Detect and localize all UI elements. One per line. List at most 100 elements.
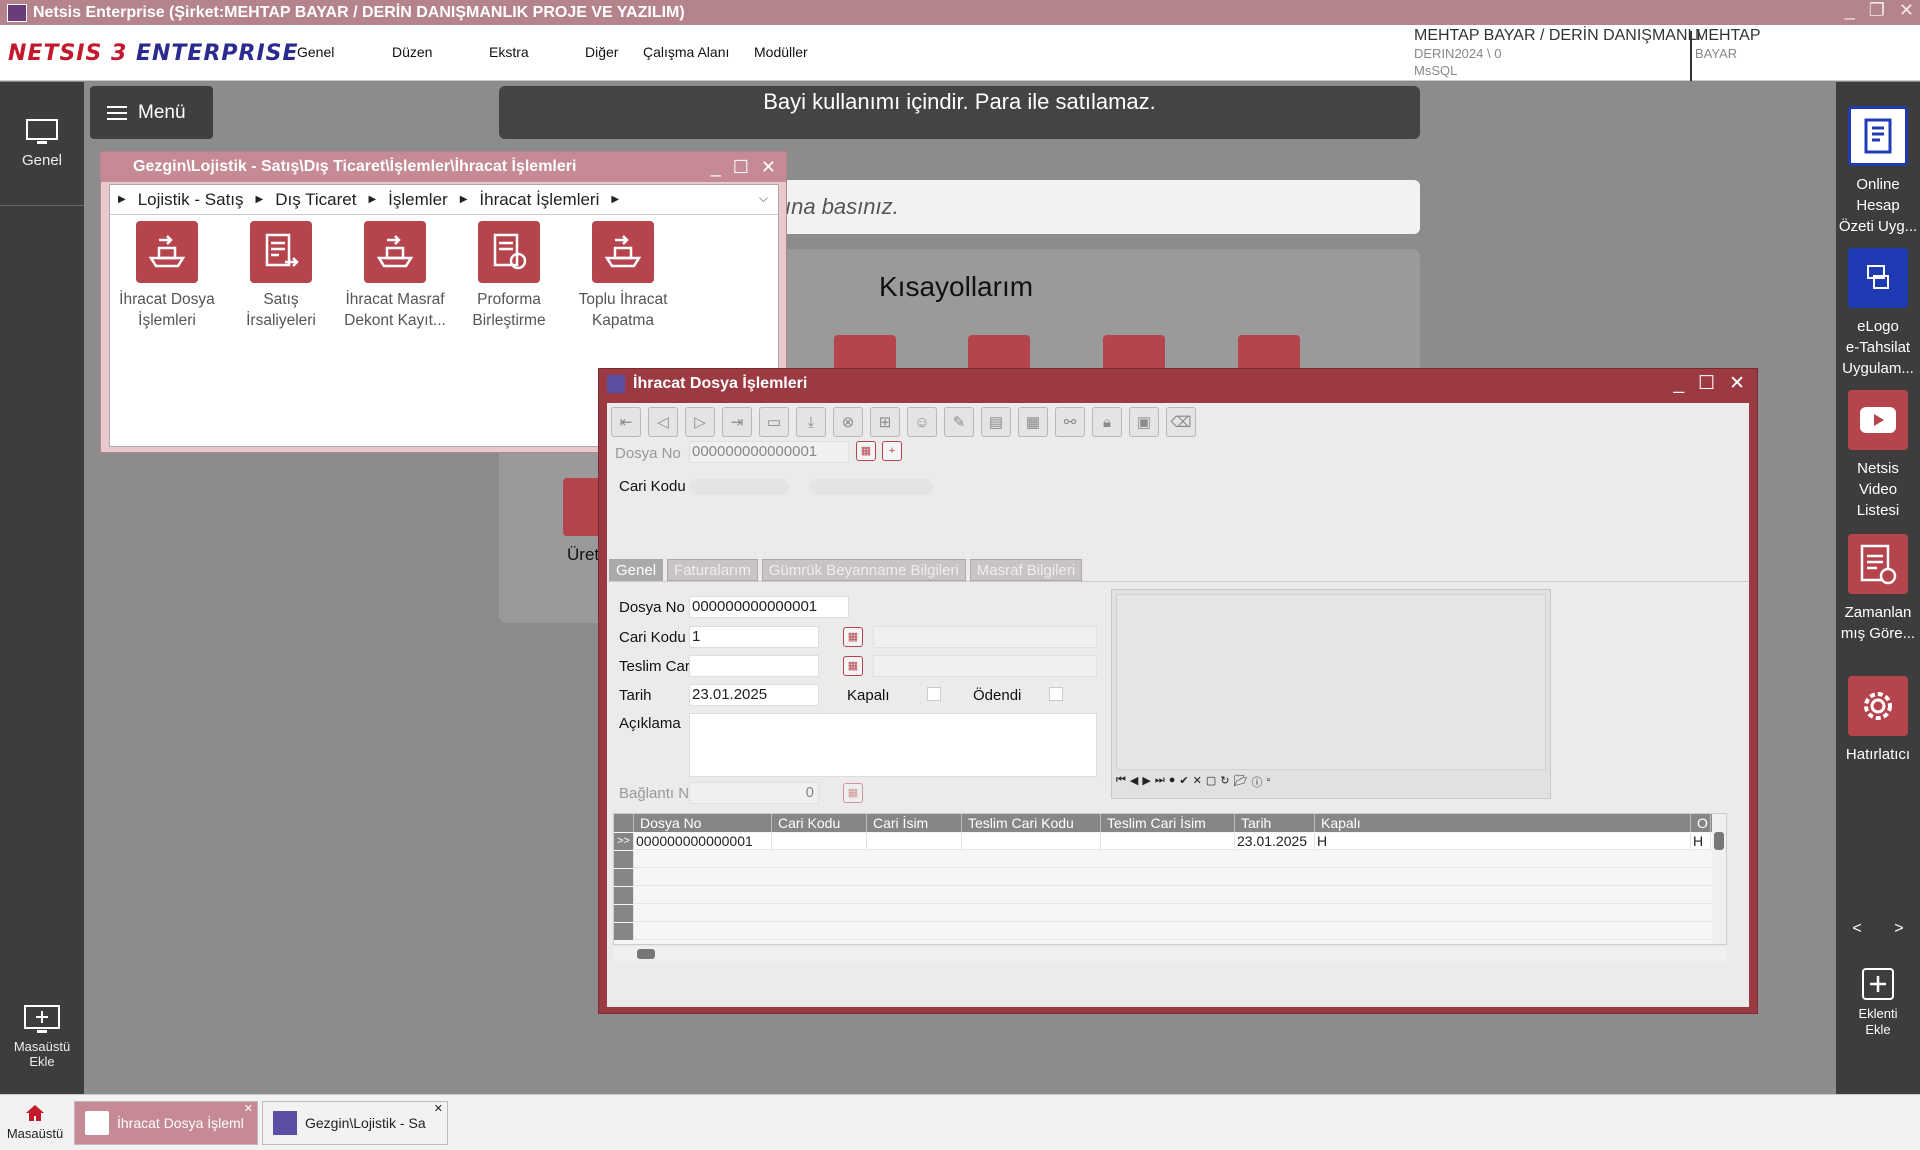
tab-genel[interactable]: Genel (609, 559, 664, 581)
image-prev-icon[interactable]: ◀ (1130, 774, 1138, 790)
menu-item-ekstra[interactable]: Ekstra (489, 44, 585, 60)
menu-item-calisma-alani[interactable]: Çalışma Alanı (643, 44, 754, 60)
header-dosya-no-lookup-icon[interactable]: ▦ (856, 441, 876, 461)
erase-icon[interactable]: ⌫ (1166, 407, 1196, 437)
grid-header-tarih[interactable]: Tarih (1235, 814, 1315, 832)
ihracat-titlebar[interactable]: İhracat Dosya İşlemleri _ ☐ ✕ (599, 369, 1757, 399)
dosya-no-field[interactable]: 000000000000001 (689, 596, 849, 618)
odendi-checkbox[interactable] (1049, 687, 1063, 701)
gezgin-item-satis-irsaliyeleri[interactable]: Satış İrsaliyeleri (224, 221, 338, 331)
menu-item-duzen[interactable]: Düzen (392, 44, 489, 60)
aciklama-textarea[interactable] (689, 713, 1097, 777)
shortcut-hatirlatici[interactable]: Hatırlatıcı (1836, 676, 1920, 765)
close-icon[interactable]: ✕ (1729, 369, 1745, 399)
excel-icon[interactable]: ▣ (1129, 407, 1159, 437)
header-dosya-no-new-icon[interactable]: + (882, 441, 902, 461)
grid-vertical-scrollbar[interactable] (1712, 814, 1726, 944)
menu-item-moduller[interactable]: Modüller (754, 44, 834, 60)
breadcrumb-item-ihracat[interactable]: İhracat İşlemleri (479, 190, 599, 210)
new-record-icon[interactable]: ▭ (759, 407, 789, 437)
teslim-cari-field[interactable] (689, 655, 819, 677)
shortcut-elogo-tahsilat[interactable]: eLogo e-Tahsilat Uygulam... (1836, 248, 1920, 379)
prev-page-button[interactable]: < (1852, 920, 1861, 937)
add-icon[interactable]: ⊞ (870, 407, 900, 437)
tab-faturalarim[interactable]: Faturalarım (667, 559, 758, 581)
shortcut-online-hesap[interactable]: Online Hesap Özeti Uyg... (1836, 106, 1920, 237)
edit-icon[interactable]: ✎ (944, 407, 974, 437)
lock-icon[interactable]: 🔒︎ (1092, 407, 1122, 437)
log-icon[interactable]: ▤ (981, 407, 1011, 437)
grid-vscroll-thumb[interactable] (1714, 832, 1724, 850)
close-icon[interactable]: ✕ (244, 1102, 253, 1115)
previous-record-icon[interactable]: ◁ (648, 407, 678, 437)
teslim-cari-lookup-icon[interactable]: ▦ (843, 656, 863, 676)
grid-header-cari-kodu[interactable]: Cari Kodu (772, 814, 867, 832)
minimize-icon[interactable]: _ (1673, 369, 1684, 399)
taskbar-task-gezgin[interactable]: Gezgin\Lojistik - Sa ✕ (262, 1101, 448, 1145)
maximize-icon[interactable]: ☐ (733, 152, 749, 182)
gezgin-item-toplu-ihracat[interactable]: Toplu İhracat Kapatma (566, 221, 680, 331)
grid-header-dosya-no[interactable]: Dosya No (634, 814, 772, 832)
header-dosya-no-field[interactable]: 000000000000001 (689, 441, 849, 463)
tab-masraf-bilgileri[interactable]: Masraf Bilgileri (969, 559, 1083, 581)
image-first-icon[interactable]: ⏮ (1116, 774, 1126, 790)
grid-header-cari-isim[interactable]: Cari İsim (867, 814, 962, 832)
save-icon[interactable]: ⤓ (796, 407, 826, 437)
restore-icon[interactable]: ❐ (1869, 0, 1885, 21)
minimize-icon[interactable]: _ (1845, 0, 1855, 21)
image-delete-icon[interactable]: ✕ (1193, 774, 1202, 790)
main-menu-button[interactable]: Menü (90, 86, 213, 139)
image-more-icon[interactable]: ▫ (1266, 774, 1270, 790)
taskbar-home-button[interactable]: Masaüstü (0, 1095, 70, 1150)
minimize-icon[interactable]: _ (711, 152, 721, 182)
close-icon[interactable]: ✕ (761, 152, 776, 182)
link-icon[interactable]: ⚯ (1055, 407, 1085, 437)
image-last-icon[interactable]: ⏭ (1155, 774, 1165, 790)
grid-header-o[interactable]: O (1691, 814, 1711, 832)
add-plugin-button[interactable]: Eklenti Ekle (1836, 966, 1920, 1038)
menu-item-genel[interactable]: Genel (297, 44, 392, 60)
user-icon[interactable]: ☺ (907, 407, 937, 437)
table-row[interactable]: >> 000000000000001 23.01.2025 H H (614, 833, 1714, 850)
tarih-field[interactable]: 23.01.2025 (689, 684, 819, 706)
grid-hscroll-thumb[interactable] (637, 949, 655, 959)
next-record-icon[interactable]: ▷ (685, 407, 715, 437)
image-open-folder-icon[interactable]: 📂︎ (1233, 774, 1247, 790)
grid-header-teslim-cari-kodu[interactable]: Teslim Cari Kodu (962, 814, 1101, 832)
shortcut-netsis-video[interactable]: Netsis Video Listesi (1836, 390, 1920, 521)
close-icon[interactable]: ✕ (434, 1102, 443, 1115)
next-page-button[interactable]: > (1894, 920, 1903, 937)
shortcut-zamanlanmis-gorev[interactable]: Zamanlan mış Göre... (1836, 534, 1920, 644)
chevron-down-icon[interactable]: ⌵ (759, 191, 768, 206)
add-desktop-button[interactable]: Masaüstü Ekle (0, 1004, 84, 1069)
taskbar-task-ihracat[interactable]: İhracat Dosya İşleml ✕ (74, 1101, 258, 1145)
breadcrumb-item-dis-ticaret[interactable]: Dış Ticaret (275, 190, 356, 210)
grid-header-teslim-cari-isim[interactable]: Teslim Cari İsim (1101, 814, 1235, 832)
cari-kodu-lookup-icon[interactable]: ▦ (843, 627, 863, 647)
last-record-icon[interactable]: ⇥ (722, 407, 752, 437)
image-refresh-icon[interactable]: ↻ (1220, 774, 1229, 790)
calculator-icon[interactable]: ▦ (1018, 407, 1048, 437)
gezgin-item-ihracat-masraf[interactable]: İhracat Masraf Dekont Kayıt... (338, 221, 452, 331)
sidebar-item-genel[interactable]: Genel (0, 118, 84, 169)
maximize-icon[interactable]: ☐ (1698, 369, 1715, 399)
image-info-icon[interactable]: ⓘ (1251, 774, 1262, 790)
image-add-icon[interactable]: ● (1169, 774, 1176, 790)
first-record-icon[interactable]: ⇤ (611, 407, 641, 437)
image-frame-icon[interactable]: ▢ (1206, 774, 1216, 790)
breadcrumb-item-lojistik[interactable]: Lojistik - Satış (138, 190, 244, 210)
gezgin-titlebar[interactable]: Gezgin\Lojistik - Satış\Dış Ticaret\İşle… (101, 152, 786, 182)
breadcrumb-item-islemler[interactable]: İşlemler (388, 190, 448, 210)
image-next-icon[interactable]: ▶ (1142, 774, 1150, 790)
grid-horizontal-scrollbar[interactable] (613, 947, 1727, 961)
close-icon[interactable]: ✕ (1899, 0, 1914, 21)
cancel-icon[interactable]: ⊗ (833, 407, 863, 437)
tab-gumruk-beyanname[interactable]: Gümrük Beyanname Bilgileri (761, 559, 966, 581)
menu-item-diger[interactable]: Diğer (585, 44, 643, 60)
kapali-checkbox[interactable] (927, 687, 941, 701)
gezgin-item-proforma[interactable]: Proforma Birleştirme (452, 221, 566, 331)
cari-kodu-field[interactable]: 1 (689, 626, 819, 648)
gezgin-item-ihracat-dosya[interactable]: İhracat Dosya İşlemleri (110, 221, 224, 331)
grid-header-kapali[interactable]: Kapalı (1315, 814, 1691, 832)
image-confirm-icon[interactable]: ✔ (1179, 774, 1188, 790)
